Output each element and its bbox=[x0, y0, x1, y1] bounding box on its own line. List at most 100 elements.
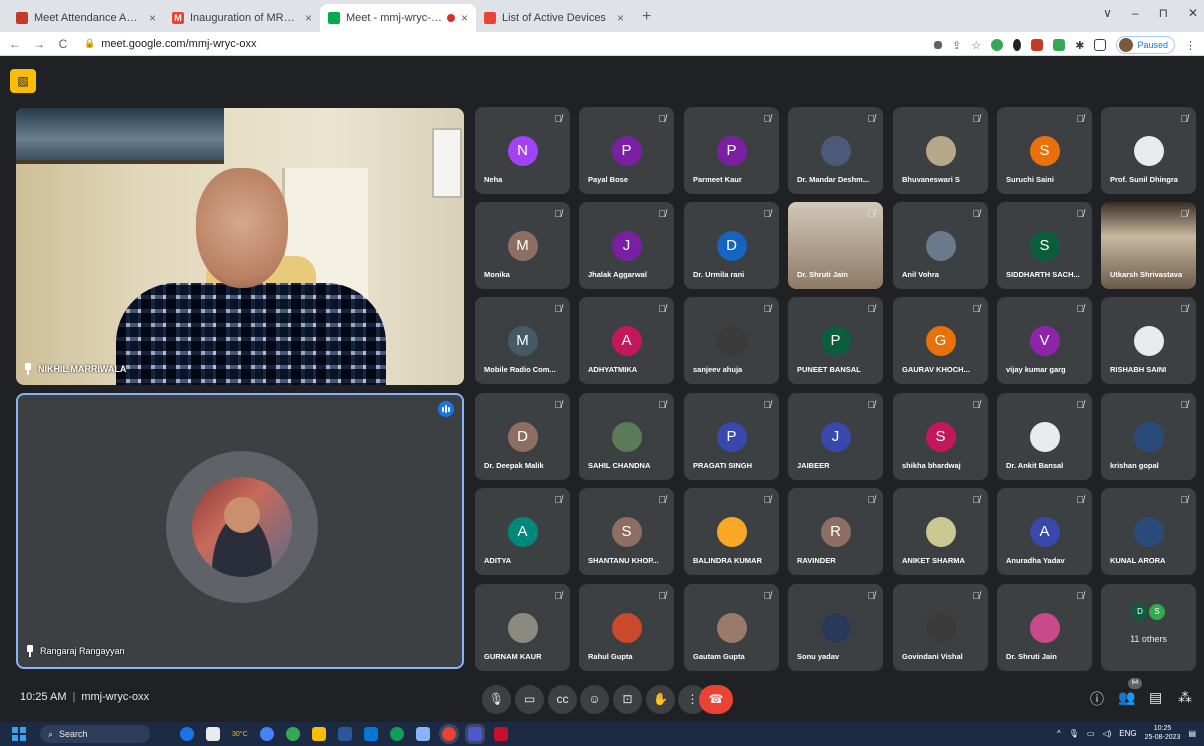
close-window-button[interactable]: ✕ bbox=[1188, 6, 1198, 20]
profile-button[interactable]: Paused bbox=[1116, 36, 1175, 54]
camera-icon[interactable] bbox=[934, 41, 943, 49]
tab-2[interactable]: Meet - mmj-wryc-oxx × bbox=[320, 4, 476, 32]
app-icon[interactable] bbox=[259, 727, 274, 741]
chrome-icon[interactable] bbox=[438, 724, 459, 744]
microphone-button[interactable]: 🎙 bbox=[482, 685, 511, 714]
extension-red-icon[interactable] bbox=[1031, 39, 1044, 51]
participant-tile[interactable]: 🎙̸ S SIDDHARTH SACH... bbox=[997, 202, 1092, 289]
pin-icon[interactable] bbox=[24, 363, 32, 375]
people-icon[interactable]: 👥 bbox=[1118, 689, 1135, 706]
weather-widget[interactable]: 30°C bbox=[232, 731, 248, 738]
info-icon[interactable]: ⓘ bbox=[1090, 689, 1104, 709]
participant-tile[interactable]: 🎙̸ A Anuradha Yadav bbox=[997, 488, 1092, 575]
close-tab-icon[interactable]: × bbox=[617, 11, 624, 25]
participant-tile[interactable]: 🎙̸ sanjeev ahuja bbox=[684, 297, 779, 384]
forward-arrow-icon[interactable]: → bbox=[30, 37, 48, 51]
extension-dark-icon[interactable] bbox=[1013, 39, 1022, 51]
participant-tile[interactable]: 🎙̸ D Dr. Urmila rani bbox=[684, 202, 779, 289]
reload-icon[interactable]: C bbox=[54, 37, 72, 51]
present-button[interactable]: ⊡ bbox=[613, 685, 642, 714]
participant-tile[interactable]: 🎙̸ R RAVINDER bbox=[788, 488, 883, 575]
others-tile[interactable]: D S 11 others bbox=[1101, 584, 1196, 671]
kebab-menu-icon[interactable]: ⋮ bbox=[1185, 39, 1196, 52]
app-icon[interactable] bbox=[337, 727, 352, 741]
sidepanel-icon[interactable] bbox=[1094, 39, 1107, 51]
participant-tile[interactable]: 🎙̸ Rahul Gupta bbox=[579, 584, 674, 671]
meeting-code[interactable]: mmj-wryc-oxx bbox=[81, 691, 149, 703]
participant-tile[interactable]: 🎙̸ Utkarsh Shrivastava bbox=[1101, 202, 1196, 289]
participant-tile[interactable]: 🎙̸ Prof. Sunil Dhingra bbox=[1101, 107, 1196, 194]
participant-tile[interactable]: 🎙̸ RISHABH SAINI bbox=[1101, 297, 1196, 384]
participant-tile[interactable]: 🎙̸ Bhuvaneswari S bbox=[893, 107, 988, 194]
participant-tile[interactable]: 🎙̸ Govindani Vishal bbox=[893, 584, 988, 671]
share-icon[interactable]: ⇪ bbox=[952, 39, 961, 52]
participant-tile[interactable]: 🎙̸ P Payal Bose bbox=[579, 107, 674, 194]
pinned-video-tile[interactable]: NIKHIL MARRIWALA bbox=[16, 108, 464, 385]
app-icon[interactable] bbox=[389, 727, 404, 741]
url-field[interactable]: 🔒 meet.google.com/mmj-wryc-oxx bbox=[84, 38, 256, 50]
participant-tile[interactable]: 🎙̸ D Dr. Deepak Malik bbox=[475, 393, 570, 480]
participant-tile[interactable]: 🎙̸ Dr. Shruti Jain bbox=[788, 202, 883, 289]
participant-tile[interactable]: 🎙̸ M Monika bbox=[475, 202, 570, 289]
notification-icon[interactable]: ▤ bbox=[1188, 729, 1196, 738]
app-icon[interactable] bbox=[180, 727, 194, 741]
chevron-up-icon[interactable]: ^ bbox=[1057, 729, 1061, 738]
app-icon[interactable] bbox=[415, 727, 430, 741]
tab-1[interactable]: M Inauguration of MRCN - 2023. × bbox=[164, 4, 320, 32]
minimize-button[interactable]: – bbox=[1132, 6, 1139, 20]
puzzle-icon[interactable]: ✱ bbox=[1075, 39, 1084, 52]
activities-icon[interactable]: ⁂ bbox=[1178, 689, 1192, 706]
raise-hand-button[interactable]: ✋ bbox=[646, 685, 675, 714]
camera-button[interactable]: ▭ bbox=[515, 685, 544, 714]
participant-tile[interactable]: 🎙̸ krishan gopal bbox=[1101, 393, 1196, 480]
taskbar-search[interactable]: ⌕ Search bbox=[40, 725, 150, 743]
extension-green-icon[interactable] bbox=[991, 39, 1004, 51]
participant-tile[interactable]: 🎙̸ P PUNEET BANSAL bbox=[788, 297, 883, 384]
participant-tile[interactable]: 🎙̸ J Jhalak Aggarwal bbox=[579, 202, 674, 289]
participant-tile[interactable]: 🎙̸ Dr. Mandar Deshm... bbox=[788, 107, 883, 194]
participant-tile[interactable]: 🎙̸ P Parmeet Kaur bbox=[684, 107, 779, 194]
leave-call-button[interactable]: ☎ bbox=[699, 685, 733, 714]
participant-tile[interactable]: 🎙̸ Sshikha bhardwaj bbox=[893, 393, 988, 480]
captions-button[interactable]: cc bbox=[548, 685, 577, 714]
tab-3[interactable]: List of Active Devices × bbox=[476, 4, 632, 32]
participant-tile[interactable]: 🎙̸ J JAIBEER bbox=[788, 393, 883, 480]
star-icon[interactable]: ☆ bbox=[971, 39, 981, 52]
volume-icon[interactable]: ◁) bbox=[1102, 729, 1111, 738]
mail-icon[interactable] bbox=[363, 727, 378, 741]
emoji-button[interactable]: ☺ bbox=[580, 685, 609, 714]
restore-button[interactable]: ⊓ bbox=[1159, 6, 1168, 20]
participant-tile[interactable]: 🎙̸ KUNAL ARORA bbox=[1101, 488, 1196, 575]
back-arrow-icon[interactable]: ← bbox=[6, 37, 24, 51]
participant-tile[interactable]: 🎙̸ N Neha bbox=[475, 107, 570, 194]
app-icon[interactable] bbox=[206, 727, 220, 741]
host-controls-icon[interactable]: ▧ bbox=[10, 69, 36, 93]
extension-sheet-icon[interactable] bbox=[1053, 39, 1066, 51]
network-icon[interactable]: ▭ bbox=[1087, 729, 1095, 738]
tab-0[interactable]: Meet Attendance Authorize × bbox=[8, 4, 164, 32]
close-tab-icon[interactable]: × bbox=[305, 11, 312, 25]
participant-tile[interactable]: 🎙̸ BALINDRA KUMAR bbox=[684, 488, 779, 575]
participant-tile[interactable]: 🎙̸ S SHANTANU KHOP... bbox=[579, 488, 674, 575]
participant-tile[interactable]: 🎙̸ Anil Vohra bbox=[893, 202, 988, 289]
app-icon[interactable] bbox=[285, 727, 300, 741]
participant-tile[interactable]: 🎙̸ A ADHYATMIKA bbox=[579, 297, 674, 384]
pin-icon[interactable] bbox=[26, 645, 34, 657]
new-tab-button[interactable]: + bbox=[632, 8, 661, 32]
participant-tile[interactable]: 🎙̸ A ADITYA bbox=[475, 488, 570, 575]
close-tab-icon[interactable]: × bbox=[461, 11, 468, 25]
participant-tile[interactable]: 🎙̸ Vvijay kumar garg bbox=[997, 297, 1092, 384]
participant-tile[interactable]: 🎙̸ GURNAM KAUR bbox=[475, 584, 570, 671]
participant-tile[interactable]: 🎙̸ G GAURAV KHOCH... bbox=[893, 297, 988, 384]
mic-tray-icon[interactable]: 🎙 bbox=[1069, 729, 1079, 738]
participant-tile[interactable]: 🎙̸ ANIKET SHARMA bbox=[893, 488, 988, 575]
participant-tile[interactable]: 🎙̸ S Suruchi Saini bbox=[997, 107, 1092, 194]
participant-tile[interactable]: 🎙̸ Dr. Ankit Bansal bbox=[997, 393, 1092, 480]
speaker-tile[interactable]: Rangaraj Rangayyan bbox=[16, 393, 464, 669]
participant-tile[interactable]: 🎙̸ Sonu yadav bbox=[788, 584, 883, 671]
teams-icon[interactable] bbox=[464, 724, 485, 744]
participant-tile[interactable]: 🎙̸ P PRAGATI SINGH bbox=[684, 393, 779, 480]
participant-tile[interactable]: 🎙̸ Gautam Gupta bbox=[684, 584, 779, 671]
close-tab-icon[interactable]: × bbox=[149, 11, 156, 25]
folder-icon[interactable] bbox=[311, 727, 326, 741]
